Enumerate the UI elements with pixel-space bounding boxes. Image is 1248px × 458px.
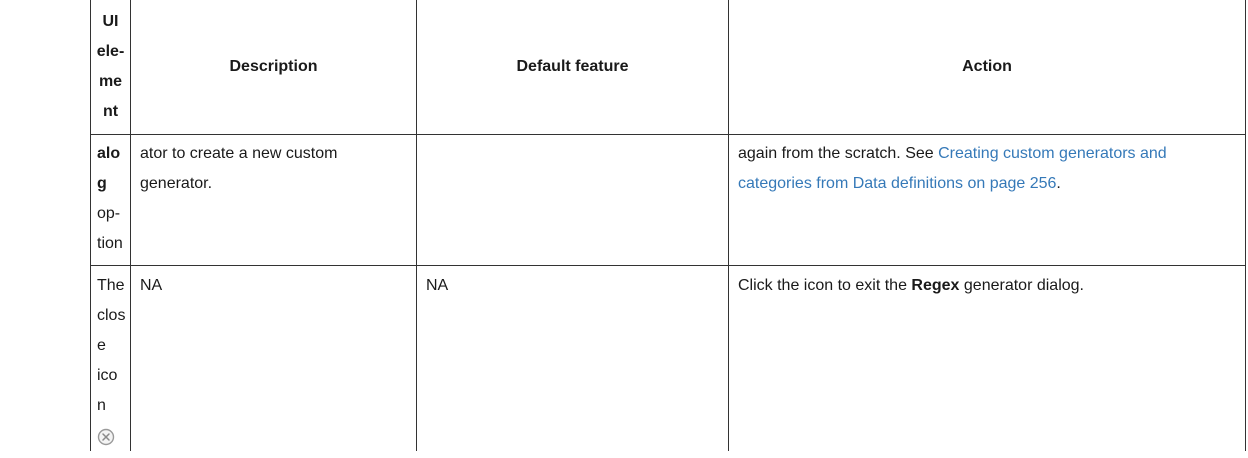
action-text: again from the scratch. See — [738, 145, 939, 162]
cell-ui-element: alog op- tion — [90, 134, 131, 266]
cell-description: NA — [130, 265, 417, 451]
close-circle-icon — [97, 427, 115, 446]
header-action: Action — [728, 0, 1246, 135]
cell-default-feature — [416, 134, 729, 266]
header-ui-element: UI ele- ment — [90, 0, 131, 135]
action-suffix: generator dialog. — [959, 277, 1084, 294]
ui-element-table: UI ele- ment Description Default feature… — [90, 0, 1246, 451]
table-row: The close icon NA NA Click the icon to e… — [90, 265, 1246, 451]
cell-default-feature: NA — [416, 265, 729, 451]
cell-action: Click the icon to exit the Regex generat… — [728, 265, 1246, 451]
action-suffix: . — [1056, 175, 1061, 192]
cell-action: again from the scratch. See Creating cus… — [728, 134, 1246, 266]
cell-description: ator to create a new custom generator. — [130, 134, 417, 266]
regex-label: Regex — [911, 277, 960, 294]
header-description: Description — [130, 0, 417, 135]
table-header-row: UI ele- ment Description Default feature… — [90, 0, 1246, 135]
action-text: Click the icon to exit the — [738, 277, 912, 294]
table-row: alog op- tion ator to create a new custo… — [90, 134, 1246, 266]
header-default-feature: Default feature — [416, 0, 729, 135]
cell-ui-element: The close icon — [90, 265, 131, 451]
